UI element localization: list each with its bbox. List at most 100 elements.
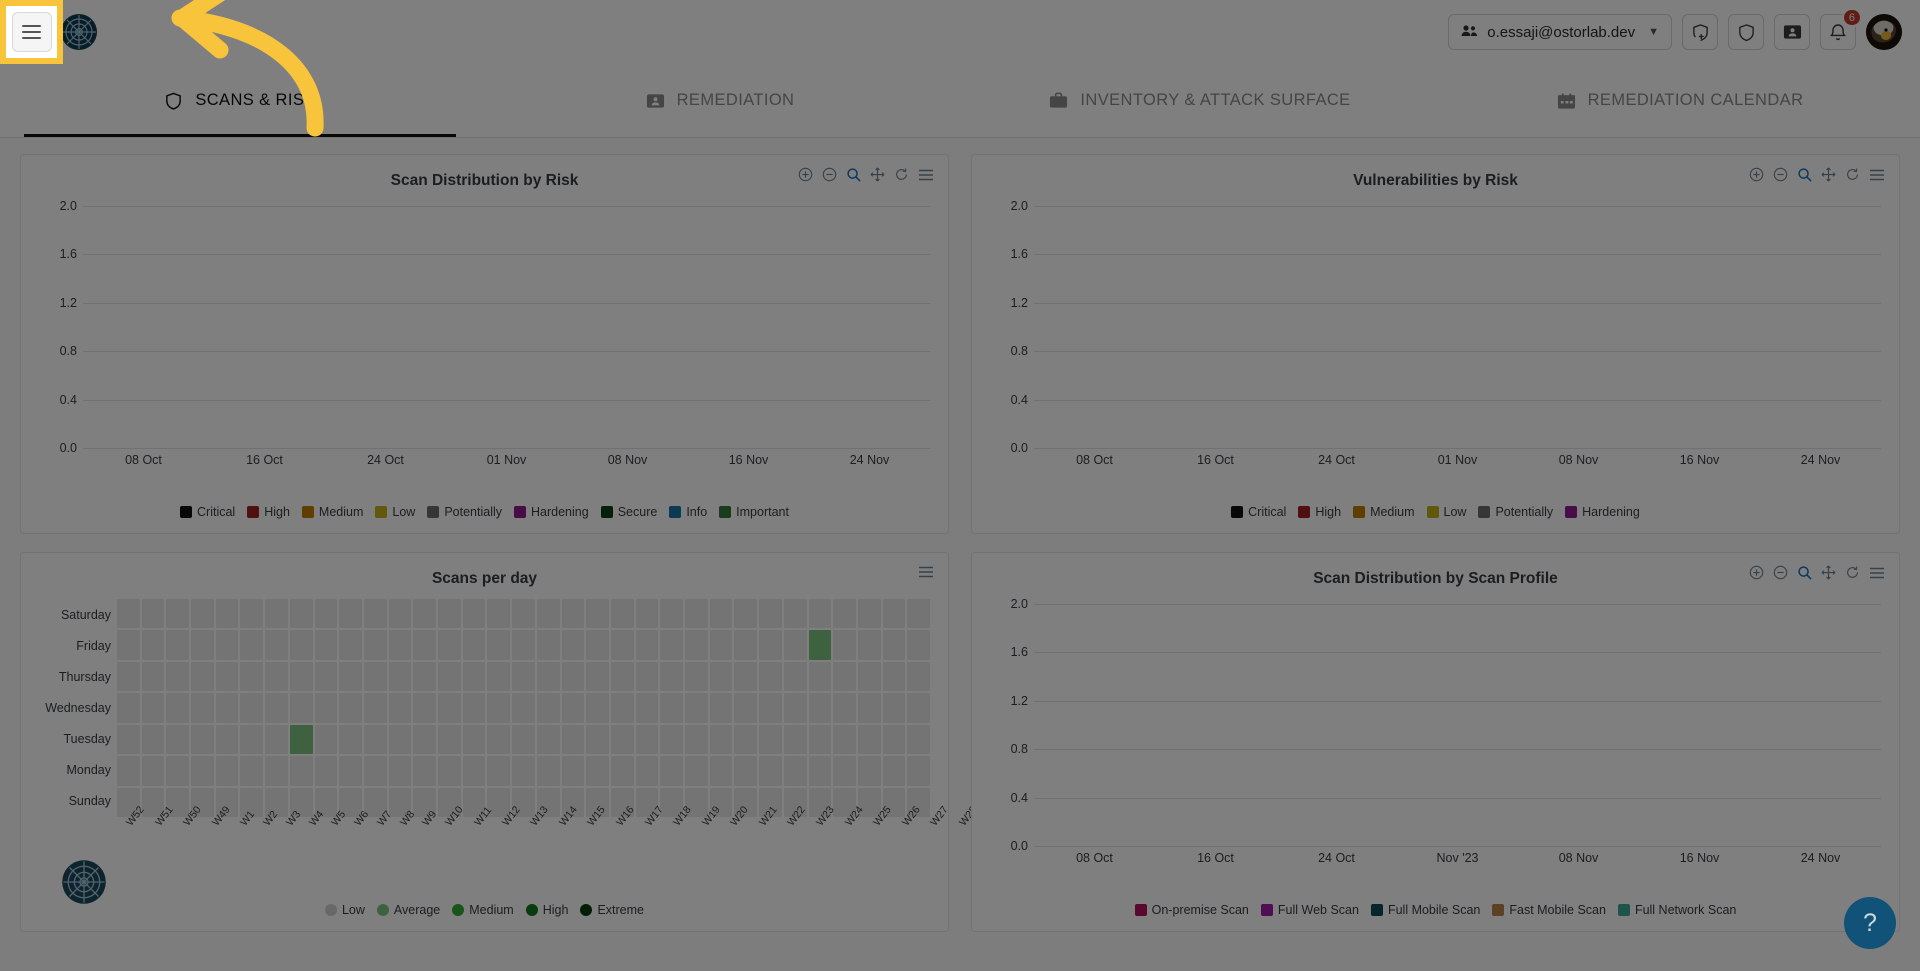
- chart-menu-icon[interactable]: [1869, 566, 1885, 580]
- heatmap-cell[interactable]: [142, 756, 165, 785]
- heatmap-cell[interactable]: [290, 630, 313, 659]
- heatmap-cell[interactable]: [364, 725, 387, 754]
- heatmap-cell[interactable]: [586, 599, 609, 628]
- heatmap-cell[interactable]: [117, 756, 140, 785]
- heatmap-cell[interactable]: [240, 756, 263, 785]
- heatmap-cell[interactable]: [611, 756, 634, 785]
- legend-item[interactable]: Full Web Scan: [1261, 903, 1359, 917]
- heatmap-cell[interactable]: [809, 662, 832, 691]
- heatmap-cell[interactable]: [537, 599, 560, 628]
- zoom-in-icon[interactable]: [1749, 565, 1764, 580]
- heatmap-cell[interactable]: [636, 725, 659, 754]
- reset-zoom-icon[interactable]: [1845, 565, 1860, 580]
- heatmap-cell[interactable]: [413, 599, 436, 628]
- heatmap-cell[interactable]: [759, 630, 782, 659]
- heatmap-cell[interactable]: [117, 693, 140, 722]
- chart-menu-icon[interactable]: [918, 565, 934, 579]
- heatmap-cell[interactable]: [216, 756, 239, 785]
- heatmap-cell[interactable]: [512, 599, 535, 628]
- heatmap-cell[interactable]: [710, 756, 733, 785]
- heatmap-cell[interactable]: [339, 725, 362, 754]
- heatmap-cell[interactable]: [191, 725, 214, 754]
- zoom-out-icon[interactable]: [1773, 565, 1788, 580]
- heatmap-cell[interactable]: [438, 662, 461, 691]
- heatmap-cell[interactable]: [216, 693, 239, 722]
- heatmap-cell[interactable]: [487, 693, 510, 722]
- heatmap-cell[interactable]: [290, 599, 313, 628]
- heatmap-cell[interactable]: [636, 662, 659, 691]
- heatmap-cell[interactable]: [537, 725, 560, 754]
- heatmap-cell[interactable]: [611, 693, 634, 722]
- legend-item[interactable]: Extreme: [580, 903, 644, 917]
- heatmap-cell[interactable]: [809, 693, 832, 722]
- heatmap-cell[interactable]: [883, 630, 906, 659]
- heatmap-cell[interactable]: [858, 630, 881, 659]
- heatmap-cell[interactable]: [166, 662, 189, 691]
- heatmap-cell[interactable]: [809, 599, 832, 628]
- heatmap-cell[interactable]: [784, 725, 807, 754]
- legend-item[interactable]: High: [247, 505, 290, 519]
- heatmap-cell[interactable]: [265, 599, 288, 628]
- zoom-out-icon[interactable]: [1773, 167, 1788, 182]
- pan-icon[interactable]: [870, 167, 885, 182]
- heatmap-cell[interactable]: [364, 630, 387, 659]
- heatmap-cell[interactable]: [265, 693, 288, 722]
- heatmap-cell[interactable]: [858, 599, 881, 628]
- heatmap-cell[interactable]: [463, 756, 486, 785]
- heatmap-cell[interactable]: [759, 756, 782, 785]
- heatmap-cell[interactable]: [586, 693, 609, 722]
- heatmap-cell[interactable]: [734, 693, 757, 722]
- heatmap-cell[interactable]: [611, 599, 634, 628]
- heatmap-cell[interactable]: [537, 693, 560, 722]
- chart-plot-area[interactable]: 2.0 1.6 1.2 0.8 0.4 0.0 08 Oct 16 Oct 24…: [972, 597, 1899, 875]
- heatmap-cell[interactable]: [562, 662, 585, 691]
- heatmap-cell[interactable]: [166, 630, 189, 659]
- zoom-in-icon[interactable]: [1749, 167, 1764, 182]
- heatmap-cell[interactable]: [685, 599, 708, 628]
- legend-item[interactable]: Secure: [601, 505, 658, 519]
- heatmap-cell[interactable]: [907, 662, 930, 691]
- heatmap-cell[interactable]: [389, 693, 412, 722]
- heatmap-cell[interactable]: [191, 599, 214, 628]
- heatmap-cell[interactable]: [290, 725, 313, 754]
- legend-item[interactable]: Average: [377, 903, 440, 917]
- heatmap-cell[interactable]: [487, 756, 510, 785]
- heatmap-cell[interactable]: [463, 630, 486, 659]
- legend-item[interactable]: Hardening: [514, 505, 589, 519]
- heatmap-cell[interactable]: [685, 725, 708, 754]
- heatmap-cell[interactable]: [142, 693, 165, 722]
- heatmap-cell[interactable]: [315, 725, 338, 754]
- heatmap-cell[interactable]: [784, 630, 807, 659]
- legend-item[interactable]: Full Network Scan: [1618, 903, 1736, 917]
- heatmap-cell[interactable]: [883, 693, 906, 722]
- heatmap-cell[interactable]: [833, 662, 856, 691]
- pan-icon[interactable]: [1821, 167, 1836, 182]
- chart-menu-icon[interactable]: [918, 168, 934, 182]
- heatmap-cell[interactable]: [759, 662, 782, 691]
- reset-zoom-icon[interactable]: [894, 167, 909, 182]
- heatmap-cell[interactable]: [463, 599, 486, 628]
- heatmap-cell[interactable]: [759, 725, 782, 754]
- heatmap-cell[interactable]: [240, 599, 263, 628]
- heatmap-cell[interactable]: [660, 599, 683, 628]
- heatmap-cell[interactable]: [833, 693, 856, 722]
- heatmap-cell[interactable]: [883, 725, 906, 754]
- heatmap-cell[interactable]: [833, 599, 856, 628]
- heatmap-cell[interactable]: [240, 662, 263, 691]
- heatmap-cell[interactable]: [413, 756, 436, 785]
- reset-zoom-icon[interactable]: [1845, 167, 1860, 182]
- chart-plot-area[interactable]: 2.0 1.6 1.2 0.8 0.4 0.0 08 Oct 16 Oct 24…: [972, 199, 1899, 477]
- heatmap-cell[interactable]: [487, 599, 510, 628]
- heatmap-cell[interactable]: [907, 599, 930, 628]
- heatmap-cell[interactable]: [389, 756, 412, 785]
- user-avatar[interactable]: [1866, 14, 1902, 50]
- heatmap-cell[interactable]: [907, 693, 930, 722]
- heatmap-cell[interactable]: [166, 725, 189, 754]
- heatmap-cell[interactable]: [413, 693, 436, 722]
- heatmap-cell[interactable]: [117, 662, 140, 691]
- heatmap-cell[interactable]: [512, 725, 535, 754]
- heatmap-cell[interactable]: [858, 662, 881, 691]
- heatmap-cell[interactable]: [191, 756, 214, 785]
- heatmap-cell[interactable]: [438, 725, 461, 754]
- heatmap-cell[interactable]: [685, 756, 708, 785]
